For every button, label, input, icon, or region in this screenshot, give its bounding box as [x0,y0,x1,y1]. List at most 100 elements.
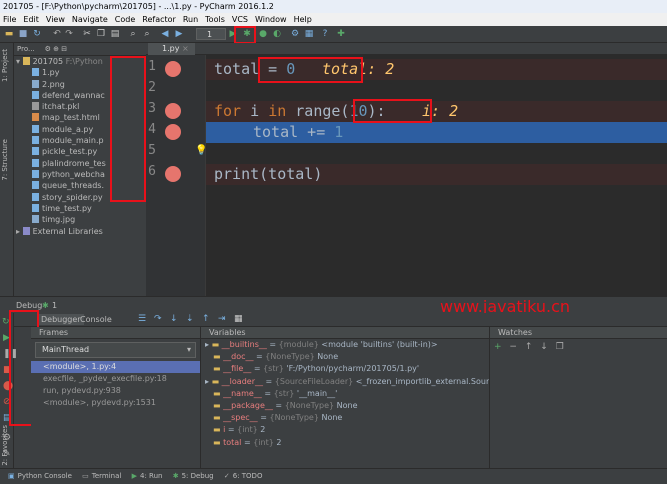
paste-icon[interactable]: ▤ [110,29,120,39]
help-icon[interactable]: ? [320,29,330,39]
step-over-icon[interactable]: ↷ [154,314,162,324]
settings-icon[interactable]: ⚙ [290,29,300,39]
menu-edit[interactable]: Edit [20,15,43,24]
variable-row[interactable]: ▸ ▬ __loader__ = {SourceFileLoader} <_fr… [201,376,489,388]
variable-row[interactable]: ▬ __name__ = {str} '__main__' [201,388,489,400]
list-item[interactable]: timg.jpg [14,214,146,225]
save-icon[interactable]: ■ [18,29,28,39]
close-icon[interactable]: × [182,44,189,53]
run-config-select[interactable]: 1 [196,28,226,40]
code-line-6[interactable]: print(total) [206,164,667,185]
copy-icon[interactable]: ❐ [96,29,106,39]
copy-icon[interactable]: ❐ [556,342,564,352]
variable-row[interactable]: ▬ __spec__ = {NoneType} None [201,412,489,424]
panel-settings-icon[interactable]: ⚙ ⊕ ⊟ [45,45,67,53]
variable-row[interactable]: ▬ __package__ = {NoneType} None [201,400,489,412]
replace-icon[interactable]: ⌕ [142,29,152,39]
find-icon[interactable]: ⌕ [128,29,138,39]
variable-row[interactable]: ▬ __file__ = {str} 'F:/Python/pycharm/20… [201,363,489,375]
menu-vcs[interactable]: VCS [229,15,252,24]
tab-favorites[interactable]: 2: Favorites [1,425,9,466]
variables-header: Variables [201,327,489,339]
editor-gutter[interactable]: 1 2 3 4 5 6 💡 [146,55,207,296]
watches-header: Watches [490,327,667,339]
code-editor[interactable]: 1.py × 1 2 3 4 5 6 💡 total = 0 total: 2 … [146,43,667,296]
menu-view[interactable]: View [43,15,69,24]
cut-icon[interactable]: ✂ [82,29,92,39]
variable-value: '__main__' [296,388,338,398]
variable-row[interactable]: ▬ total = {int} 2 [201,437,489,449]
project-header-label[interactable]: Pro... [17,45,35,53]
variable-type: {int} [253,437,274,447]
menu-help[interactable]: Help [291,15,316,24]
lightbulb-icon[interactable]: 💡 [195,145,207,156]
run-tab[interactable]: 4: Run [140,472,162,480]
image-file-icon [32,215,39,224]
debug-tab[interactable]: 5: Debug [182,472,214,480]
tab-console[interactable]: Console [80,314,112,325]
variable-row[interactable]: ▬ i = {int} 2 [201,424,489,436]
coverage-icon[interactable]: ● [258,29,268,39]
menu-tools[interactable]: Tools [202,15,229,24]
undo-icon[interactable]: ↶ [52,29,62,39]
step-into-my-code-icon[interactable]: ⇣ [186,314,194,324]
remove-icon[interactable]: − [509,342,517,352]
project-header: Pro... ⚙ ⊕ ⊟ [14,43,146,56]
menu-code[interactable]: Code [112,15,139,24]
forward-icon[interactable]: ▶ [174,29,184,39]
list-item[interactable]: time_test.py [14,203,146,214]
variable-value: <module 'builtins' (built-in)> [321,340,438,349]
code-line-3[interactable]: for i in range(10): i: 2 [206,101,667,122]
evaluate-icon[interactable]: ▦ [234,314,243,324]
line-number: 3 [148,101,156,116]
step-out-icon[interactable]: ↑ [202,314,210,324]
down-icon[interactable]: ↓ [540,342,548,352]
terminal-tab[interactable]: Terminal [92,472,122,480]
external-libraries[interactable]: ▸ External Libraries [14,226,146,237]
line-number: 1 [148,59,156,74]
project-root-path: F:\Python [65,57,103,66]
structure-icon[interactable]: ▦ [304,29,314,39]
line-number: 5 [148,143,156,158]
back-icon[interactable]: ◀ [160,29,170,39]
frame-row[interactable]: <module>, pydevd.py:1531 [31,397,200,409]
menu-navigate[interactable]: Navigate [69,15,112,24]
step-into-icon[interactable]: ↓ [170,314,178,324]
run-to-cursor-icon[interactable]: ⇥ [218,314,226,324]
plugin-icon[interactable]: ✚ [336,29,346,39]
variable-type: {NoneType} [269,413,319,423]
menu-run[interactable]: Run [180,15,202,24]
menu-window[interactable]: Window [252,15,291,24]
todo-tab[interactable]: 6: TODO [233,472,263,480]
tab-debugger[interactable]: Debugger [38,314,84,325]
redo-icon[interactable]: ↷ [64,29,74,39]
variables-panel: Variables ▸ ▬ __builtins__ = {module} <m… [201,327,490,468]
breakpoint-icon[interactable] [165,166,181,182]
variable-name: __spec__ [223,413,258,423]
add-icon[interactable]: + [494,342,502,352]
frame-row[interactable]: execfile, _pydev_execfile.py:18 [31,373,200,385]
frame-row-selected[interactable]: <module>, 1.py:4 [31,361,200,373]
menu-refactor[interactable]: Refactor [139,15,180,24]
tab-structure[interactable]: 7: Structure [1,139,9,181]
editor-tab-1py[interactable]: 1.py × [148,43,195,55]
profile-icon[interactable]: ◐ [272,29,282,39]
variable-row[interactable]: ▸ ▬ __builtins__ = {module} <module 'bui… [201,339,489,351]
python-console-tab[interactable]: Python Console [18,472,72,480]
breakpoint-icon[interactable] [165,61,181,77]
thread-select[interactable]: MainThread ▾ [35,342,196,358]
frame-row[interactable]: run, pydevd.py:938 [31,385,200,397]
open-folder-icon[interactable]: ▬ [4,29,14,39]
variable-type: {str} [273,388,295,398]
show-execution-point-icon[interactable]: ☰ [138,314,146,324]
up-icon[interactable]: ↑ [525,342,533,352]
python-console-icon: ▣ [8,472,15,480]
sync-icon[interactable]: ↻ [32,29,42,39]
code-line-4-current[interactable]: total += 1 [206,122,667,143]
editor-tab-label: 1.py [162,44,180,53]
breakpoint-icon[interactable] [165,124,181,140]
variable-row[interactable]: ▬ __doc__ = {NoneType} None [201,351,489,363]
tab-project[interactable]: 1: Project [1,49,9,82]
menu-file[interactable]: File [0,15,20,24]
breakpoint-icon[interactable] [165,103,181,119]
